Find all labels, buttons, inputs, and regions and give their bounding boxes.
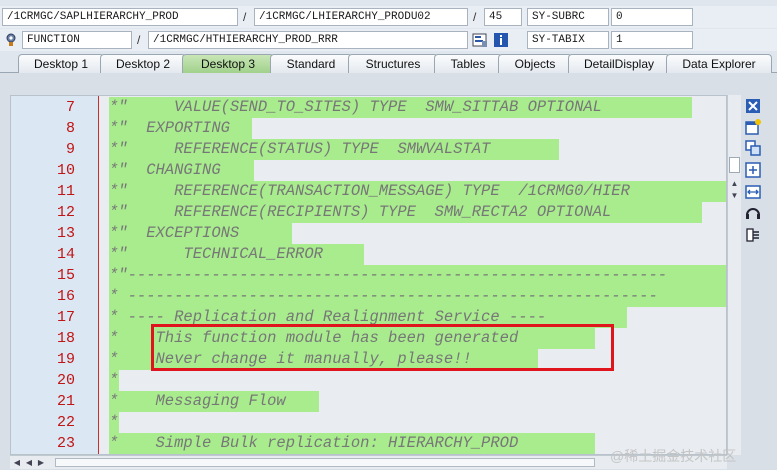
code-text[interactable]: * --------------------------------------…: [109, 286, 726, 307]
code-text[interactable]: *" TECHNICAL_ERROR: [109, 244, 364, 265]
code-text[interactable]: *" REFERENCE(STATUS) TYPE SMWVALSTAT: [109, 139, 559, 160]
code-line[interactable]: 20 *: [11, 370, 726, 391]
line-number: 23: [56, 435, 75, 452]
watermark-text: @稀土掘金技术社区: [610, 448, 737, 464]
variable-name-field[interactable]: SY-TABIX: [527, 31, 609, 49]
code-line[interactable]: 9 *" REFERENCE(STATUS) TYPE SMWVALSTAT: [11, 139, 726, 160]
variable-name-field[interactable]: SY-SUBRC: [527, 8, 609, 26]
code-line[interactable]: 15 *"------------------------------------…: [11, 265, 726, 286]
line-number: 14: [56, 246, 75, 263]
copy-icon[interactable]: [744, 139, 762, 157]
vertical-scroll-thumb[interactable]: [729, 157, 740, 173]
code-line[interactable]: 14 *" TECHNICAL_ERROR: [11, 244, 726, 265]
line-number: 12: [56, 204, 75, 221]
tab-structures[interactable]: Structures: [348, 54, 438, 73]
line-number-field[interactable]: 45: [484, 8, 522, 26]
variable-value-field[interactable]: 0: [611, 8, 693, 26]
line-number: 15: [56, 267, 75, 284]
program-field[interactable]: /1CRMGC/SAPLHIERARCHY_PROD: [2, 8, 238, 26]
line-number: 16: [56, 288, 75, 305]
header-row-program: /1CRMGC/SAPLHIERARCHY_PROD / /1CRMGC/LHI…: [0, 6, 777, 28]
tab-standard[interactable]: Standard: [270, 54, 352, 73]
code-text[interactable]: *" CHANGING: [109, 160, 254, 181]
event-name-field[interactable]: /1CRMGC/HTHIERARCHY_PROD_RRR: [148, 31, 468, 49]
code-text[interactable]: * Simple Bulk replication: HIERARCHY_PRO…: [109, 433, 595, 454]
code-line[interactable]: 8 *" EXPORTING: [11, 118, 726, 139]
scroll-up-icon[interactable]: ▲: [729, 179, 740, 189]
code-line[interactable]: 11 *" REFERENCE(TRANSACTION_MESSAGE) TYPE…: [11, 181, 726, 202]
line-number: 11: [56, 183, 75, 200]
line-number: 9: [65, 141, 75, 158]
path-separator: /: [473, 10, 477, 24]
code-line[interactable]: 7 *" VALUE(SEND_TO_SITES) TYPE SMW_SITTAB…: [11, 97, 726, 118]
debugger-tab-strip: Desktop 1 Desktop 2 Desktop 3 Standard S…: [0, 53, 777, 74]
line-number: 7: [65, 99, 75, 116]
code-text[interactable]: *: [109, 370, 119, 391]
vertical-scrollbar[interactable]: ▲ ▼: [727, 95, 741, 455]
variable-value-field[interactable]: 1: [611, 31, 693, 49]
code-line[interactable]: 21 * Messaging Flow: [11, 391, 726, 412]
function-module-icon: [4, 32, 20, 48]
code-text[interactable]: *" EXPORTING: [109, 118, 252, 139]
annotation-highlight-box: [151, 324, 614, 371]
path-separator: /: [243, 10, 247, 24]
line-number: 13: [56, 225, 75, 242]
code-line[interactable]: 13 *" EXCEPTIONS: [11, 223, 726, 244]
tab-desktop-2[interactable]: Desktop 2: [100, 54, 186, 73]
event-type-field[interactable]: FUNCTION: [22, 31, 132, 49]
scroll-down-icon[interactable]: ▼: [729, 191, 740, 201]
code-line[interactable]: 22 *: [11, 412, 726, 433]
path-separator: /: [137, 33, 141, 47]
code-text[interactable]: *" REFERENCE(RECIPIENTS) TYPE SMW_RECTA2…: [109, 202, 702, 223]
line-number: 21: [56, 393, 75, 410]
line-number: 22: [56, 414, 75, 431]
code-text[interactable]: * Messaging Flow: [109, 391, 319, 412]
close-icon[interactable]: [744, 97, 762, 115]
code-text[interactable]: *" EXCEPTIONS: [109, 223, 292, 244]
line-number: 20: [56, 372, 75, 389]
line-number: 8: [65, 120, 75, 137]
scroll-right-step-icon[interactable]: ▶: [36, 457, 46, 468]
line-number: 17: [56, 309, 75, 326]
tab-desktop-1[interactable]: Desktop 1: [18, 54, 104, 73]
info-icon[interactable]: [493, 32, 509, 48]
code-line[interactable]: 12 *" REFERENCE(RECIPIENTS) TYPE SMW_RECT…: [11, 202, 726, 223]
line-number: 10: [56, 162, 75, 179]
line-number: 19: [56, 351, 75, 368]
code-line[interactable]: 10 *" CHANGING: [11, 160, 726, 181]
tab-data-explorer[interactable]: Data Explorer: [666, 54, 772, 73]
tab-objects[interactable]: Objects: [498, 54, 572, 73]
tab-tables[interactable]: Tables: [434, 54, 502, 73]
code-text[interactable]: *" VALUE(SEND_TO_SITES) TYPE SMW_SITTAB …: [109, 97, 692, 118]
new-window-icon[interactable]: [744, 118, 762, 136]
include-field[interactable]: /1CRMGC/LHIERARCHY_PRODU02: [254, 8, 468, 26]
tab-detail-display[interactable]: DetailDisplay: [568, 54, 670, 73]
headset-icon[interactable]: [744, 204, 762, 222]
header-row-event: FUNCTION / /1CRMGC/HTHIERARCHY_PROD_RRR …: [0, 29, 777, 51]
horizontal-scroll-thumb[interactable]: [55, 458, 595, 467]
maximize-icon[interactable]: [744, 161, 762, 179]
settings-tool-icon[interactable]: [744, 226, 762, 244]
scroll-left-icon[interactable]: ◀: [12, 457, 22, 468]
source-code-editor[interactable]: 7 *" VALUE(SEND_TO_SITES) TYPE SMW_SITTAB…: [10, 95, 727, 455]
display-source-icon[interactable]: [472, 32, 488, 48]
scroll-left-step-icon[interactable]: ◀: [24, 457, 34, 468]
code-text[interactable]: *: [109, 412, 119, 433]
code-line[interactable]: 16 * ------------------------------------…: [11, 286, 726, 307]
swap-horizontal-icon[interactable]: [744, 183, 762, 201]
line-number: 18: [56, 330, 75, 347]
tab-desktop-3[interactable]: Desktop 3: [182, 54, 274, 74]
code-text[interactable]: *"--------------------------------------…: [109, 265, 726, 286]
code-text[interactable]: *" REFERENCE(TRANSACTION_MESSAGE) TYPE /…: [109, 181, 726, 202]
